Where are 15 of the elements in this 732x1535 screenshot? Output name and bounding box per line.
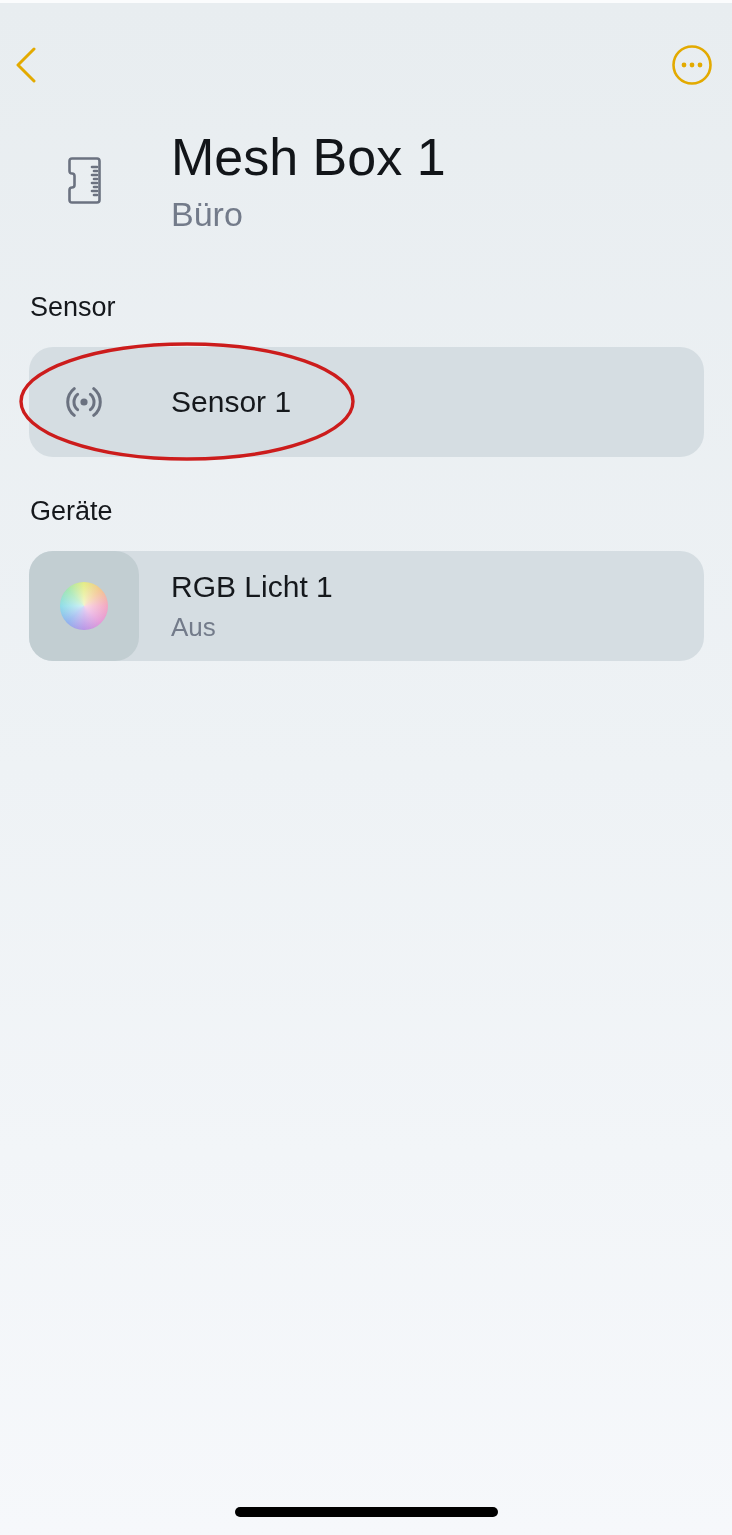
- more-button[interactable]: [672, 45, 712, 85]
- item-name: Sensor 1: [171, 385, 292, 419]
- board-icon: [66, 156, 102, 205]
- section-heading: Geräte: [29, 495, 114, 527]
- device-title: Mesh Box 1: [171, 127, 446, 187]
- back-button[interactable]: [15, 47, 37, 83]
- item-name: RGB Licht 1: [171, 570, 333, 604]
- more-icon: [672, 45, 712, 85]
- light-card[interactable]: RGB Licht 1 Aus: [29, 551, 704, 661]
- room-name: Büro: [171, 194, 244, 234]
- section-heading: Sensor: [29, 291, 117, 323]
- chevron-left-icon: [15, 47, 37, 83]
- item-status: Aus: [171, 612, 217, 642]
- sensor-signal-icon: [63, 387, 105, 417]
- color-wheel-icon: [29, 551, 139, 661]
